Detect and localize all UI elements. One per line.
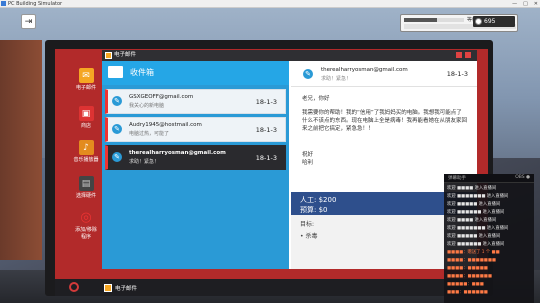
chat-line: ■■■■：■■■■■■■ bbox=[447, 258, 496, 263]
chat-line: 欢迎 ■■■■■■ 进入直播间 bbox=[447, 210, 505, 215]
desktop-icon-hardware[interactable]: ▤ 选择硬件 bbox=[73, 176, 99, 199]
chat-line: 欢迎 ■■■■■ 进入直播间 bbox=[447, 202, 501, 207]
app-titlebar: 电子邮件 bbox=[102, 50, 477, 61]
chat-status: OBS ● bbox=[515, 175, 530, 180]
reading-header: ✎ therealharryosman@gmail.com 求助！紧急！ 18-… bbox=[291, 61, 477, 87]
reading-subject: 求助！紧急！ bbox=[321, 76, 352, 82]
level-bar bbox=[404, 18, 464, 22]
mail-greeting: 老兄，你好 bbox=[302, 96, 330, 102]
inbox-pane: 收件箱 ✎ GSXGEOFF@gmail.com 我关心的新电脑 18-1-3 … bbox=[102, 61, 289, 269]
desktop-icon-label: 添加/移除程序 bbox=[75, 227, 97, 240]
chat-line: 欢迎 ■■■■ 进入直播间 bbox=[447, 186, 497, 191]
chat-line: 欢迎 ■■■■ 进入直播间 bbox=[447, 218, 497, 223]
music-icon: ♪ bbox=[78, 140, 94, 155]
envelope-icon bbox=[108, 66, 123, 78]
mail-sender: Audry1945@hostmail.com bbox=[129, 122, 202, 128]
hardware-icon: ▤ bbox=[78, 176, 94, 191]
reading-date: 18-1-3 bbox=[446, 70, 468, 78]
chat-line: 欢迎 ■■■■■■■ 进入直播间 bbox=[447, 194, 509, 199]
exit-icon[interactable]: ⇥ bbox=[21, 14, 36, 29]
programs-icon: ◎ bbox=[80, 210, 92, 225]
mail-preview: 电脑过热，可能了 bbox=[129, 131, 170, 137]
money-value: 695 bbox=[484, 18, 496, 25]
chat-line: ■■■■■：■■■ bbox=[447, 282, 484, 287]
chat-header: 弹幕助手 OBS ● bbox=[444, 174, 534, 183]
wrench-icon: ✎ bbox=[303, 69, 313, 79]
taskbar-item-email[interactable]: 电子邮件 bbox=[104, 282, 137, 293]
shelf bbox=[0, 40, 42, 260]
inbox-header: 收件箱 bbox=[102, 61, 289, 85]
email-icon bbox=[105, 52, 112, 59]
mail-list-item[interactable]: ✎ GSXGEOFF@gmail.com 我关心的新电脑 18-1-3 bbox=[105, 89, 286, 114]
desktop-icon-label: 音乐播放器 bbox=[73, 157, 99, 163]
stream-chat-overlay: 弹幕助手 OBS ● 欢迎 ■■■■ 进入直播间 欢迎 ■■■■■■■ 进入直播间… bbox=[444, 174, 534, 303]
close-app-button[interactable] bbox=[465, 52, 471, 58]
wrench-icon: ✎ bbox=[112, 96, 122, 106]
chat-line: 欢迎 ■■■■■■■ 进入直播间 bbox=[447, 226, 509, 231]
mail-signature: 哈利 bbox=[302, 160, 314, 166]
chat-line: ■■■■：赠送了 1 个 ■■ bbox=[447, 250, 500, 255]
minimize-app-button[interactable] bbox=[456, 52, 462, 58]
email-icon: ✉ bbox=[78, 68, 94, 83]
coin-icon bbox=[475, 18, 482, 25]
desktop-icon-label: 电子邮件 bbox=[75, 85, 96, 91]
mail-signoff: 祝好 bbox=[302, 152, 314, 158]
mail-preview: 我关心的新电脑 bbox=[129, 103, 165, 109]
close-window-button[interactable]: ✕ bbox=[534, 0, 538, 8]
wrench-icon: ✎ bbox=[112, 124, 122, 134]
mail-list-item[interactable]: ✎ Audry1945@hostmail.com 电脑过热，可能了 18-1-3 bbox=[105, 117, 286, 142]
window-controls: — □ ✕ bbox=[512, 0, 538, 8]
chat-line: ■■■■：■■■■■ bbox=[447, 266, 488, 271]
window-title: PC Building Simulator bbox=[8, 1, 63, 7]
taskbar-item-label: 电子邮件 bbox=[115, 285, 138, 292]
chat-line: 欢迎 ■■■■■■ 进入直播间 bbox=[447, 242, 505, 247]
minimize-button[interactable]: — bbox=[512, 0, 517, 8]
reading-sender: therealharryosman@gmail.com bbox=[321, 67, 408, 73]
desktop-icon-music[interactable]: ♪ 音乐播放器 bbox=[73, 140, 99, 163]
email-app-window: 电子邮件 收件箱 ✎ GSXGEOFF@gmail.com 我关心的新电脑 18… bbox=[102, 50, 477, 269]
labor-pay: 人工: $200 bbox=[300, 196, 337, 204]
chat-line: ■■■：■■■■■■ bbox=[447, 290, 488, 295]
mail-date: 18-1-3 bbox=[255, 126, 277, 134]
inbox-title: 收件箱 bbox=[130, 68, 154, 77]
email-icon bbox=[104, 283, 112, 292]
budget: 预算: $0 bbox=[300, 206, 328, 214]
app-title: 电子邮件 bbox=[114, 52, 137, 58]
start-button[interactable] bbox=[69, 282, 79, 292]
desktop-icon-label: 商店 bbox=[80, 123, 91, 129]
mail-date: 18-1-3 bbox=[255, 98, 277, 106]
money-display: 695 bbox=[473, 16, 515, 27]
app-window-controls bbox=[456, 52, 471, 58]
desktop-icon-label: 选择硬件 bbox=[75, 193, 96, 199]
mail-preview: 求助！紧急！ bbox=[129, 159, 160, 165]
maximize-button[interactable]: □ bbox=[523, 0, 528, 8]
chat-line: 欢迎 ■■■■■ 进入直播间 bbox=[447, 234, 501, 239]
window-titlebar: PC Building Simulator — □ ✕ bbox=[0, 0, 540, 8]
goals-label: 目标: bbox=[300, 221, 315, 228]
taskbar: 电子邮件 bbox=[55, 279, 488, 296]
goal-item: • 杀毒 bbox=[300, 233, 318, 240]
wrench-icon: ✎ bbox=[112, 152, 122, 162]
app-icon bbox=[1, 1, 6, 6]
mail-body: 我需要你的帮助！我的“信用”了我妈妈买的电脑。我想我可能点了什么不该点的东西。现… bbox=[302, 110, 468, 132]
chat-line: ■■■■：■■■■■■ bbox=[447, 274, 492, 279]
desktop-icon-shop[interactable]: ▣ 商店 bbox=[73, 106, 99, 129]
shop-icon: ▣ bbox=[78, 106, 94, 121]
mail-list-item-selected[interactable]: ✎ therealharryosman@gmail.com 求助！紧急！ 18-… bbox=[105, 145, 286, 170]
desktop-icon-email[interactable]: ✉ 电子邮件 bbox=[73, 68, 99, 91]
mail-sender: therealharryosman@gmail.com bbox=[129, 150, 226, 156]
chat-title: 弹幕助手 bbox=[448, 176, 466, 181]
mail-sender: GSXGEOFF@gmail.com bbox=[129, 94, 194, 100]
desktop-icon-programs[interactable]: ◎ 添加/移除程序 bbox=[73, 210, 99, 240]
level-bar-fill bbox=[404, 18, 437, 22]
mail-date: 18-1-3 bbox=[255, 154, 277, 162]
